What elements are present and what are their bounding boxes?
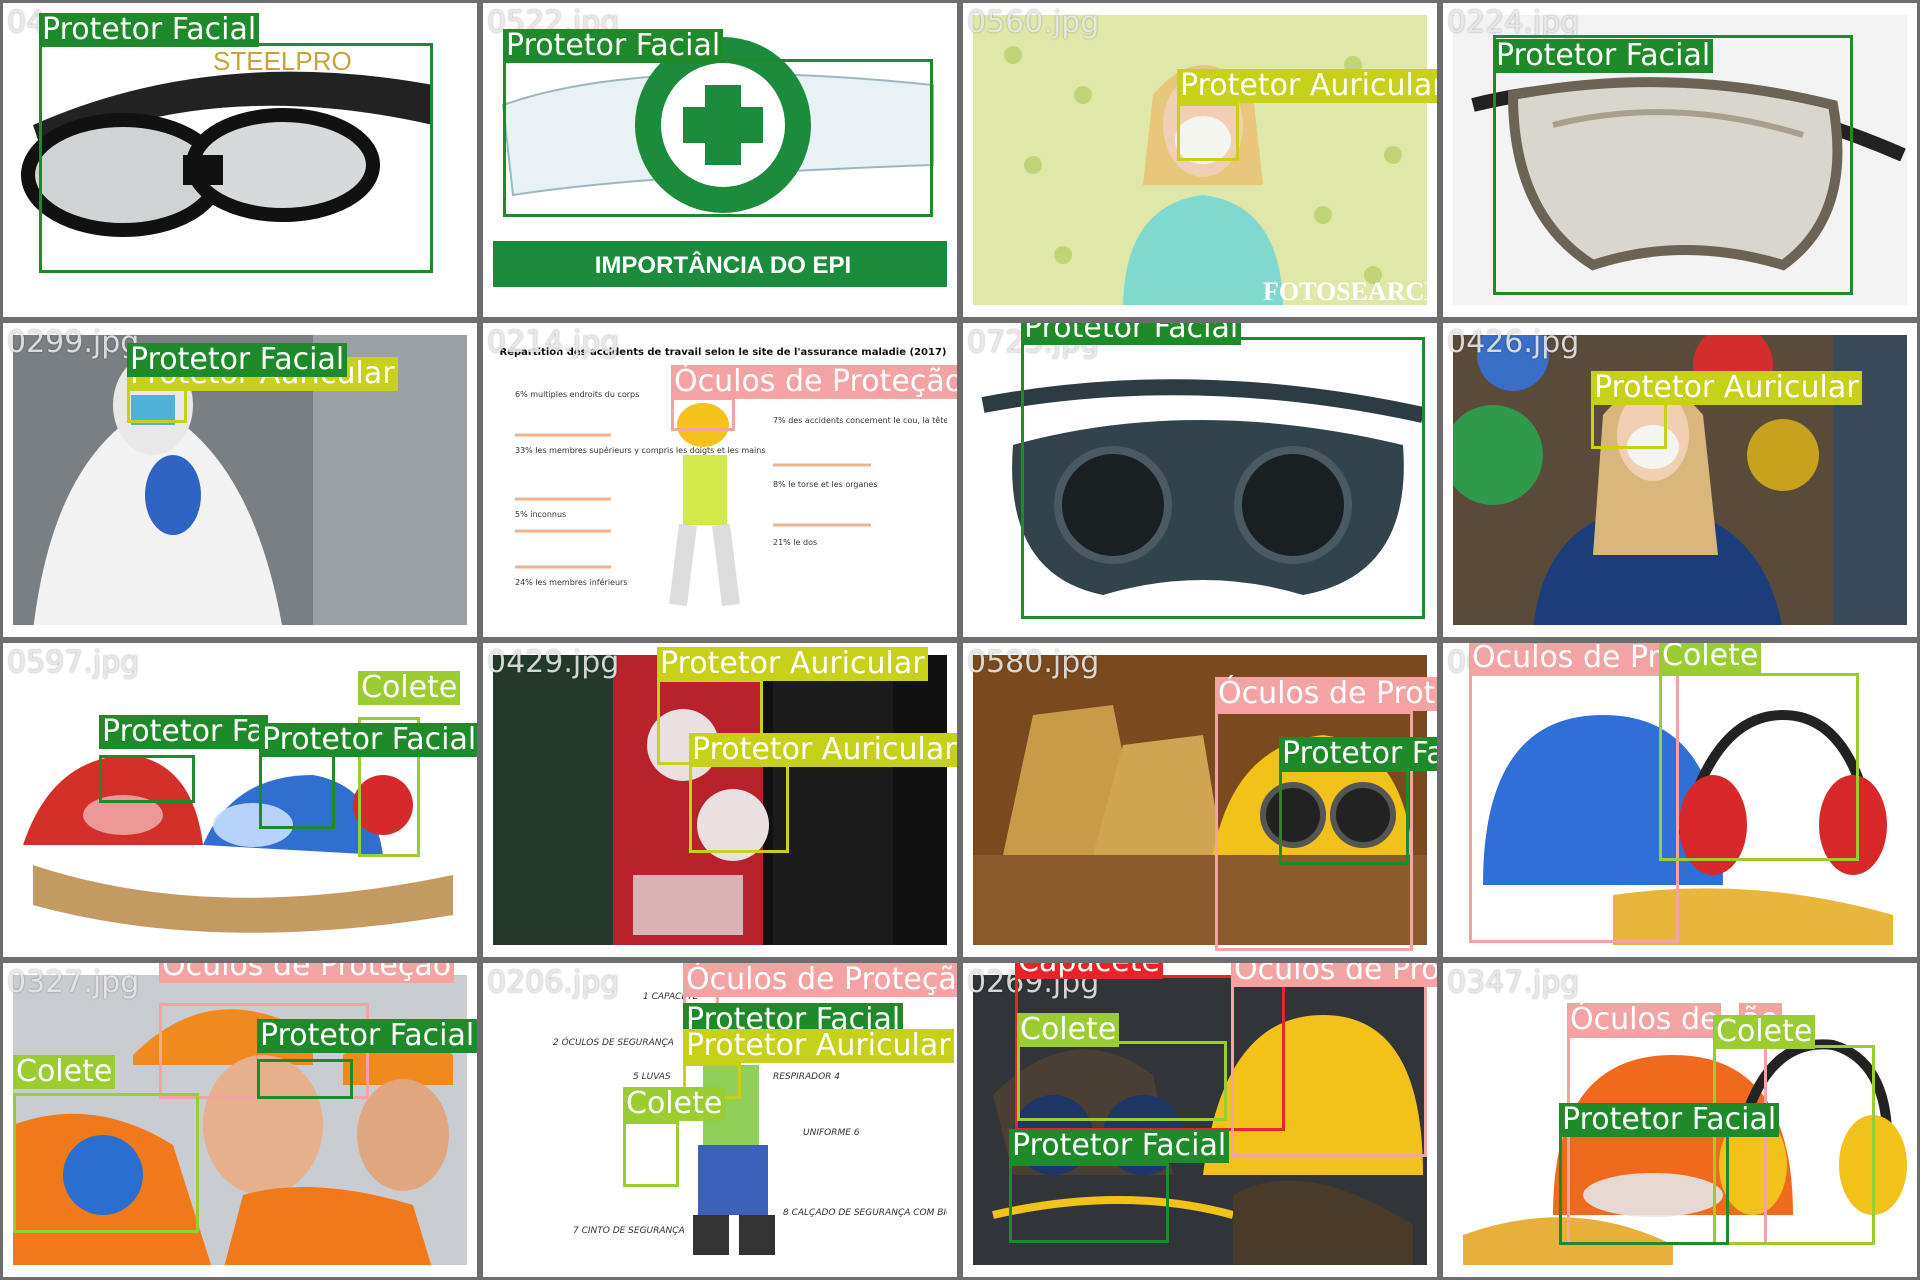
bbox-label: Protetor Auricular <box>657 647 928 681</box>
tile-7: 0723.jpg Protetor Facial <box>960 320 1440 640</box>
bbox-label: Colete <box>1713 1015 1816 1049</box>
bbox-protetor-facial <box>259 753 335 829</box>
tile-16: 0347.jpg Óculos de ão Colete Protetor Fa… <box>1440 960 1920 1280</box>
bbox-protetor-facial <box>99 755 195 803</box>
bbox-label: Óculos de Proteção <box>683 963 957 997</box>
bbox-oculos <box>671 397 735 431</box>
detection-grid: STEELPRO 04 Protetor Facial IMPORTÂNCIA … <box>0 0 1920 1280</box>
file-label: 0580.jpg <box>967 645 1100 680</box>
bbox-label: Protetor Facial <box>1021 323 1242 345</box>
bbox-label: Protetor Facial <box>39 13 260 47</box>
bbox-label: Protetor Auricular <box>1591 371 1862 405</box>
epi-label: 8 CALÇADO DE SEGURANÇA COM BICO DE AÇO <box>783 1208 947 1218</box>
tile-15: 0269.jpg Capacete Óculos de Proteção Col… <box>960 960 1440 1280</box>
tile-11: 0580.jpg Óculos de Proteção Protetor Fac… <box>960 640 1440 960</box>
bbox-label: Protetor Facial <box>1493 39 1714 73</box>
bbox-protetor-auricular <box>1177 103 1239 161</box>
file-label: 0426.jpg <box>1447 325 1580 360</box>
watermark: FOTOSEARCH.com <box>1263 277 1427 305</box>
bbox-protetor-facial <box>1009 1163 1169 1243</box>
bbox-protetor-facial <box>1279 769 1409 865</box>
tile-8: 0426.jpg Protetor Auricular <box>1440 320 1920 640</box>
bbox-label: Capacete <box>1015 963 1163 979</box>
tile-2: IMPORTÂNCIA DO EPI 0522.jpg Protetor Fac… <box>480 0 960 320</box>
bbox-label: Colete <box>358 671 461 705</box>
slide-stat: 33% les membres supérieurs y compris les… <box>515 445 766 455</box>
slide-stat: 6% multiples endroits du corps <box>515 390 639 399</box>
bbox-label: Óculos de Proteção <box>671 365 957 399</box>
bbox-label: Protetor Facial <box>1009 1129 1230 1163</box>
bbox-colete <box>1017 1041 1227 1121</box>
bbox-protetor-facial <box>1493 35 1853 295</box>
bbox-label: Protetor Facial <box>1559 1103 1780 1137</box>
bbox-protetor-auricular <box>1591 401 1667 449</box>
bbox-colete <box>13 1093 199 1233</box>
bbox-label: Colete <box>1659 643 1762 673</box>
epi-label: 7 CINTO DE SEGURANÇA <box>573 1226 685 1236</box>
bbox-colete <box>623 1121 679 1187</box>
bbox-label: Colete <box>13 1055 116 1089</box>
epi-label: 5 LUVAS <box>633 1072 671 1082</box>
bbox-protetor-facial <box>503 59 933 217</box>
bbox-protetor-facial <box>1559 1133 1729 1245</box>
bbox-protetor-facial <box>257 1059 353 1099</box>
file-label: 0214.jpg <box>487 325 620 360</box>
bbox-label: Óculos de Proteção <box>1231 963 1437 987</box>
tile-10: 0429.jpg Protetor Auricular Protetor Aur… <box>480 640 960 960</box>
file-label: 0560.jpg <box>967 5 1100 40</box>
bbox-label: Óculos de Proteção <box>159 963 455 983</box>
tile-1: STEELPRO 04 Protetor Facial <box>0 0 480 320</box>
slide-stat: 24% les membres inférieurs <box>515 577 628 587</box>
bbox-oculos <box>1469 673 1679 943</box>
bbox-label: Óculos de Proteção <box>1215 677 1437 711</box>
tile-9: 0597.jpg Colete Protetor Fa Protetor Fac… <box>0 640 480 960</box>
bbox-label: Protetor Auricular <box>1177 69 1437 103</box>
bbox-colete <box>1713 1045 1875 1245</box>
epi-label: UNIFORME 6 <box>803 1128 860 1138</box>
tile-14: 1 CAPACETE 2 ÓCULOS DE SEGURANÇA 5 LUVAS… <box>480 960 960 1280</box>
tile-3: FOTOSEARCH.com 0560.jpg Protetor Auricul… <box>960 0 1440 320</box>
bbox-label: Colete <box>1017 1013 1120 1047</box>
file-label: 0597.jpg <box>7 645 140 680</box>
bbox-label: Protetor Facial <box>259 723 477 757</box>
epi-label: RESPIRADOR 4 <box>773 1072 840 1082</box>
file-label: 0206.jpg <box>487 965 620 1000</box>
bbox-label: Protetor Facial <box>257 1019 477 1053</box>
slide-stat: 5% inconnus <box>515 510 566 519</box>
bbox-protetor-facial <box>39 43 433 273</box>
bbox-label: Óculos de Pr <box>1469 643 1663 675</box>
bbox-label: Colete <box>623 1087 726 1121</box>
bbox-colete <box>1659 673 1859 861</box>
tile-12: 06 Óculos de Pr Colete <box>1440 640 1920 960</box>
bbox-label: Óculos de <box>1567 1003 1722 1037</box>
bbox-label: Protetor Facial <box>503 29 724 63</box>
importancia-text: IMPORTÂNCIA DO EPI <box>595 251 851 279</box>
bbox-protetor-facial <box>1021 337 1425 619</box>
tile-13: 0327.jpg Óculos de Proteção Protetor Fac… <box>0 960 480 1280</box>
slide-stat: 8% le torse et les organes <box>773 480 878 489</box>
bbox-label: Protetor Fa <box>99 715 268 749</box>
bbox-label: Protetor Facial <box>1279 737 1437 771</box>
bbox-label: Protetor Facial <box>127 343 348 377</box>
file-label: 0327.jpg <box>7 965 140 1000</box>
bbox-protetor-auricular <box>689 763 789 853</box>
file-label: 0429.jpg <box>487 645 620 680</box>
tile-4: 0224.jpg Protetor Facial <box>1440 0 1920 320</box>
file-label: 0299.jpg <box>7 325 140 360</box>
epi-label: 2 ÓCULOS DE SEGURANÇA <box>553 1036 674 1048</box>
bbox-label: Protetor Auricular <box>683 1029 954 1063</box>
slide-stat: 21% le dos <box>773 538 817 547</box>
tile-5: 0299.jpg Protetor Auricular Protetor Fac… <box>0 320 480 640</box>
file-label: 0347.jpg <box>1447 965 1580 1000</box>
bbox-oculos <box>1231 977 1427 1157</box>
bbox-label: Protetor Auricular <box>689 733 957 767</box>
tile-6: Répartition des accidents de travail sel… <box>480 320 960 640</box>
slide-stat: 7% des accidents concernent le cou, la t… <box>773 415 947 425</box>
